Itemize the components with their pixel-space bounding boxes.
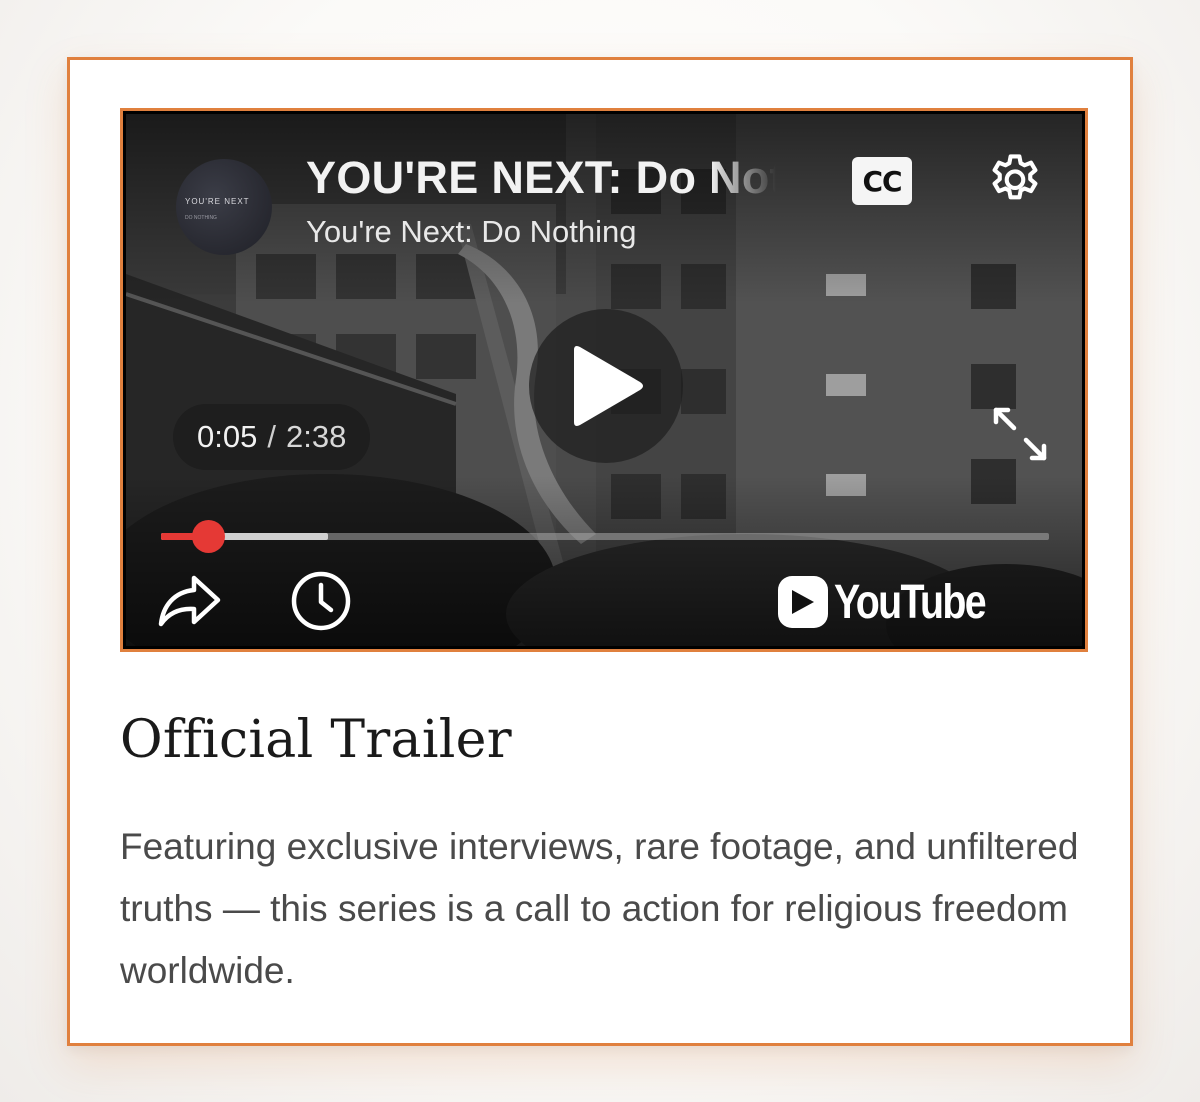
avatar-subtitle: DO NOTHING xyxy=(185,215,217,221)
captions-button[interactable]: CC xyxy=(852,157,912,205)
trailer-heading: Official Trailer xyxy=(120,710,512,770)
play-button[interactable] xyxy=(529,309,683,463)
youtube-play-icon xyxy=(778,576,828,628)
watch-later-icon[interactable] xyxy=(289,569,353,633)
channel-avatar[interactable]: YOU'RE NEXT DO NOTHING xyxy=(176,159,272,255)
youtube-logo[interactable]: YouTube xyxy=(778,572,1018,632)
youtube-player[interactable]: YOU'RE NEXT DO NOTHING YOU'RE NEXT: Do N… xyxy=(126,114,1082,646)
gear-icon[interactable] xyxy=(984,150,1046,212)
trailer-description: Featuring exclusive interviews, rare foo… xyxy=(120,826,1079,991)
progress-bar[interactable] xyxy=(161,520,1049,553)
channel-name-link[interactable]: You're Next: Do Nothing xyxy=(306,214,636,250)
duration: 2:38 xyxy=(285,419,347,454)
share-icon[interactable] xyxy=(156,570,222,630)
fullscreen-icon[interactable] xyxy=(990,404,1050,464)
avatar-title: YOU'RE NEXT xyxy=(185,197,250,206)
current-time: 0:05 xyxy=(197,419,258,454)
youtube-triangle-icon xyxy=(791,590,814,614)
youtube-wordmark: YouTube xyxy=(833,575,987,629)
trailer-card: YOU'RE NEXT DO NOTHING YOU'RE NEXT: Do N… xyxy=(67,57,1133,1046)
scrubber-handle[interactable] xyxy=(192,520,226,553)
time-separator: / xyxy=(267,419,276,454)
play-icon xyxy=(574,346,643,426)
time-display: 0:05 / 2:38 xyxy=(173,404,371,470)
video-title-link[interactable]: YOU'RE NEXT: Do Nothing xyxy=(306,152,776,208)
video-embed-frame: YOU'RE NEXT DO NOTHING YOU'RE NEXT: Do N… xyxy=(120,108,1088,652)
